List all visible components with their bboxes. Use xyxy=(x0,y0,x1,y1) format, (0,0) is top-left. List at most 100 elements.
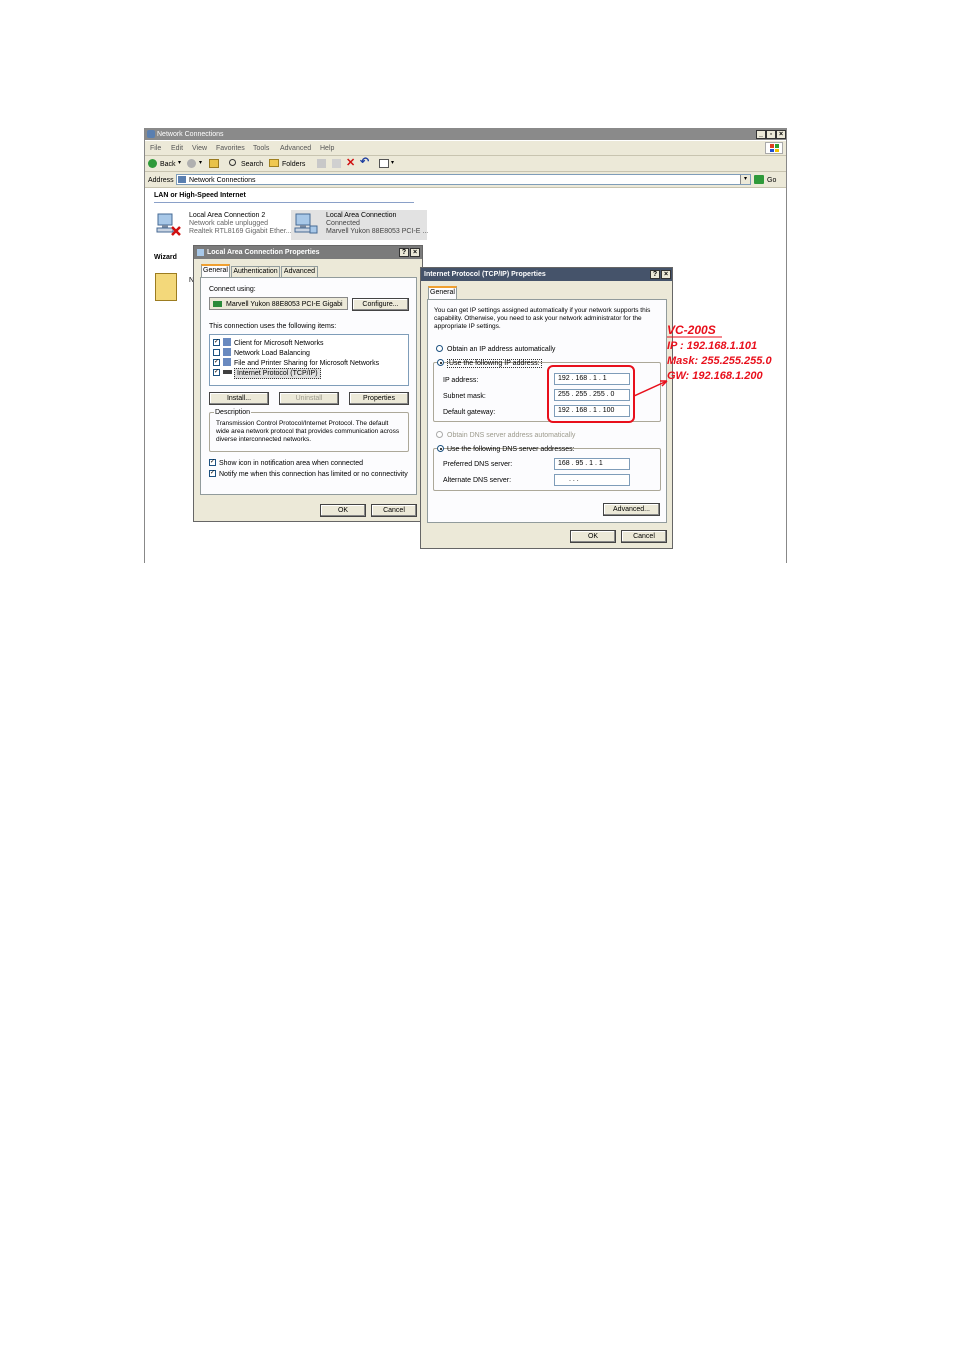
help-button[interactable]: ? xyxy=(399,248,409,257)
cancel-button[interactable]: Cancel xyxy=(621,530,667,543)
configure-button[interactable]: Configure... xyxy=(352,298,409,311)
tab-general-label: General xyxy=(430,289,455,296)
tab-advanced[interactable]: Advanced xyxy=(281,266,318,277)
item-checkbox[interactable]: ✓ xyxy=(213,359,220,366)
back-dropdown-icon[interactable]: ▾ xyxy=(178,160,181,166)
install-label: Install... xyxy=(226,395,252,402)
list-item[interactable]: ✓ Client for Microsoft Networks xyxy=(213,338,403,348)
description-group: Description Transmission Control Protoco… xyxy=(209,409,409,452)
list-item-selected[interactable]: ✓ Internet Protocol (TCP/IP) xyxy=(213,368,403,379)
search-button-label[interactable]: Search xyxy=(241,161,263,168)
use-following-dns-radio[interactable] xyxy=(437,445,444,452)
folders-icon[interactable] xyxy=(269,159,279,167)
obtain-dns-auto-radio[interactable] xyxy=(436,431,443,438)
wizard-item[interactable]: N xyxy=(155,273,195,303)
connection-item-lac2[interactable]: Local Area Connection 2 Network cable un… xyxy=(155,210,293,240)
maximize-button[interactable]: ▫ xyxy=(766,130,776,139)
minimize-button[interactable]: _ xyxy=(756,130,766,139)
menu-advanced[interactable]: Advanced xyxy=(280,145,311,152)
show-icon-checkbox[interactable]: ✓ xyxy=(209,459,216,466)
wizard-icon xyxy=(155,273,177,301)
obtain-ip-auto-radio[interactable] xyxy=(436,345,443,352)
tab-general[interactable]: General xyxy=(428,286,457,299)
lac-properties-dialog: Local Area Connection Properties ? × Gen… xyxy=(193,245,423,522)
tab-authentication[interactable]: Authentication xyxy=(231,266,280,277)
tab-authentication-label: Authentication xyxy=(233,268,278,275)
ok-button[interactable]: OK xyxy=(320,504,366,517)
help-button[interactable]: ? xyxy=(650,270,660,279)
address-dropdown-button[interactable]: ▾ xyxy=(740,175,750,184)
advanced-button[interactable]: Advanced... xyxy=(603,503,660,516)
notify-checkbox[interactable]: ✓ xyxy=(209,470,216,477)
connection-status: Network cable unplugged xyxy=(189,220,268,227)
default-gateway-label: Default gateway: xyxy=(443,409,496,416)
use-following-dns-option[interactable]: Use the following DNS server addresses: xyxy=(437,445,575,454)
menu-edit[interactable]: Edit xyxy=(171,145,183,152)
menu-file[interactable]: File xyxy=(150,145,161,152)
list-item[interactable]: Network Load Balancing xyxy=(213,348,403,358)
close-button[interactable]: × xyxy=(776,130,786,139)
ip-address-input[interactable]: 192 . 168 . 1 . 1 xyxy=(554,373,630,385)
back-button-label[interactable]: Back xyxy=(160,161,176,168)
back-arrow-icon[interactable] xyxy=(148,159,157,168)
forward-dropdown-icon[interactable]: ▾ xyxy=(199,160,202,166)
tcpip-title: Internet Protocol (TCP/IP) Properties xyxy=(424,271,546,278)
default-gateway-input[interactable]: 192 . 168 . 1 . 100 xyxy=(554,405,630,417)
explorer-titlebar[interactable]: Network Connections _ ▫ × xyxy=(145,128,786,140)
tab-general-label: General xyxy=(203,267,228,274)
item-label: Internet Protocol (TCP/IP) xyxy=(234,368,321,379)
use-following-dns-label: Use the following DNS server addresses: xyxy=(447,446,575,453)
item-checkbox[interactable]: ✓ xyxy=(213,369,220,376)
service-icon xyxy=(223,358,231,366)
properties-button[interactable]: Properties xyxy=(349,392,409,405)
move-to-icon[interactable] xyxy=(317,159,326,168)
tcpip-titlebar[interactable]: Internet Protocol (TCP/IP) Properties ? … xyxy=(421,268,672,281)
connection-item-lac1[interactable]: Local Area Connection Connected Marvell … xyxy=(291,210,428,240)
alternate-dns-input[interactable]: . . . xyxy=(554,474,630,486)
views-icon[interactable] xyxy=(379,159,389,168)
obtain-ip-auto-option[interactable]: Obtain an IP address automatically xyxy=(436,345,636,354)
ok-button[interactable]: OK xyxy=(570,530,616,543)
components-list[interactable]: ✓ Client for Microsoft Networks Network … xyxy=(209,334,409,386)
views-dropdown-icon[interactable]: ▾ xyxy=(391,160,394,166)
show-icon-option[interactable]: ✓ Show icon in notification area when co… xyxy=(209,459,409,468)
advanced-label: Advanced... xyxy=(613,506,650,513)
menu-view[interactable]: View xyxy=(192,145,207,152)
properties-label: Properties xyxy=(363,395,395,402)
install-button[interactable]: Install... xyxy=(209,392,269,405)
menu-tools[interactable]: Tools xyxy=(253,145,269,152)
items-label: This connection uses the following items… xyxy=(209,323,337,330)
notify-option[interactable]: ✓ Notify me when this connection has lim… xyxy=(209,470,409,479)
protocol-icon xyxy=(223,370,232,374)
copy-to-icon[interactable] xyxy=(332,159,341,168)
search-icon[interactable] xyxy=(229,159,236,166)
network-adapter-icon xyxy=(213,301,222,307)
obtain-dns-auto-label: Obtain DNS server address automatically xyxy=(447,432,576,439)
use-following-ip-option[interactable]: Use the following IP address: xyxy=(437,359,542,368)
up-folder-icon[interactable] xyxy=(209,159,219,168)
uninstall-button[interactable]: Uninstall xyxy=(279,392,339,405)
preferred-dns-input[interactable]: 168 . 95 . 1 . 1 xyxy=(554,458,630,470)
list-item[interactable]: ✓ File and Printer Sharing for Microsoft… xyxy=(213,358,403,368)
folders-button-label[interactable]: Folders xyxy=(282,161,305,168)
obtain-dns-auto-option[interactable]: Obtain DNS server address automatically xyxy=(436,431,636,440)
menu-favorites[interactable]: Favorites xyxy=(216,145,245,152)
forward-arrow-icon[interactable] xyxy=(187,159,196,168)
item-checkbox[interactable] xyxy=(213,349,220,356)
tab-general[interactable]: General xyxy=(201,264,230,277)
go-arrow-icon[interactable] xyxy=(754,175,764,184)
undo-icon[interactable]: ↶ xyxy=(360,157,369,168)
close-button[interactable]: × xyxy=(410,248,420,257)
menu-help[interactable]: Help xyxy=(320,145,334,152)
item-checkbox[interactable]: ✓ xyxy=(213,339,220,346)
connection-status: Connected xyxy=(326,220,360,227)
close-button[interactable]: × xyxy=(661,270,671,279)
info-text: You can get IP settings assigned automat… xyxy=(434,307,651,330)
use-following-ip-radio[interactable] xyxy=(437,359,444,366)
lac-titlebar[interactable]: Local Area Connection Properties ? × xyxy=(194,246,422,259)
cancel-button[interactable]: Cancel xyxy=(371,504,417,517)
subnet-mask-input[interactable]: 255 . 255 . 255 . 0 xyxy=(554,389,630,401)
go-button-label[interactable]: Go xyxy=(767,177,776,184)
address-input[interactable]: Network Connections ▾ xyxy=(176,174,751,185)
delete-icon[interactable]: ✕ xyxy=(346,158,355,169)
